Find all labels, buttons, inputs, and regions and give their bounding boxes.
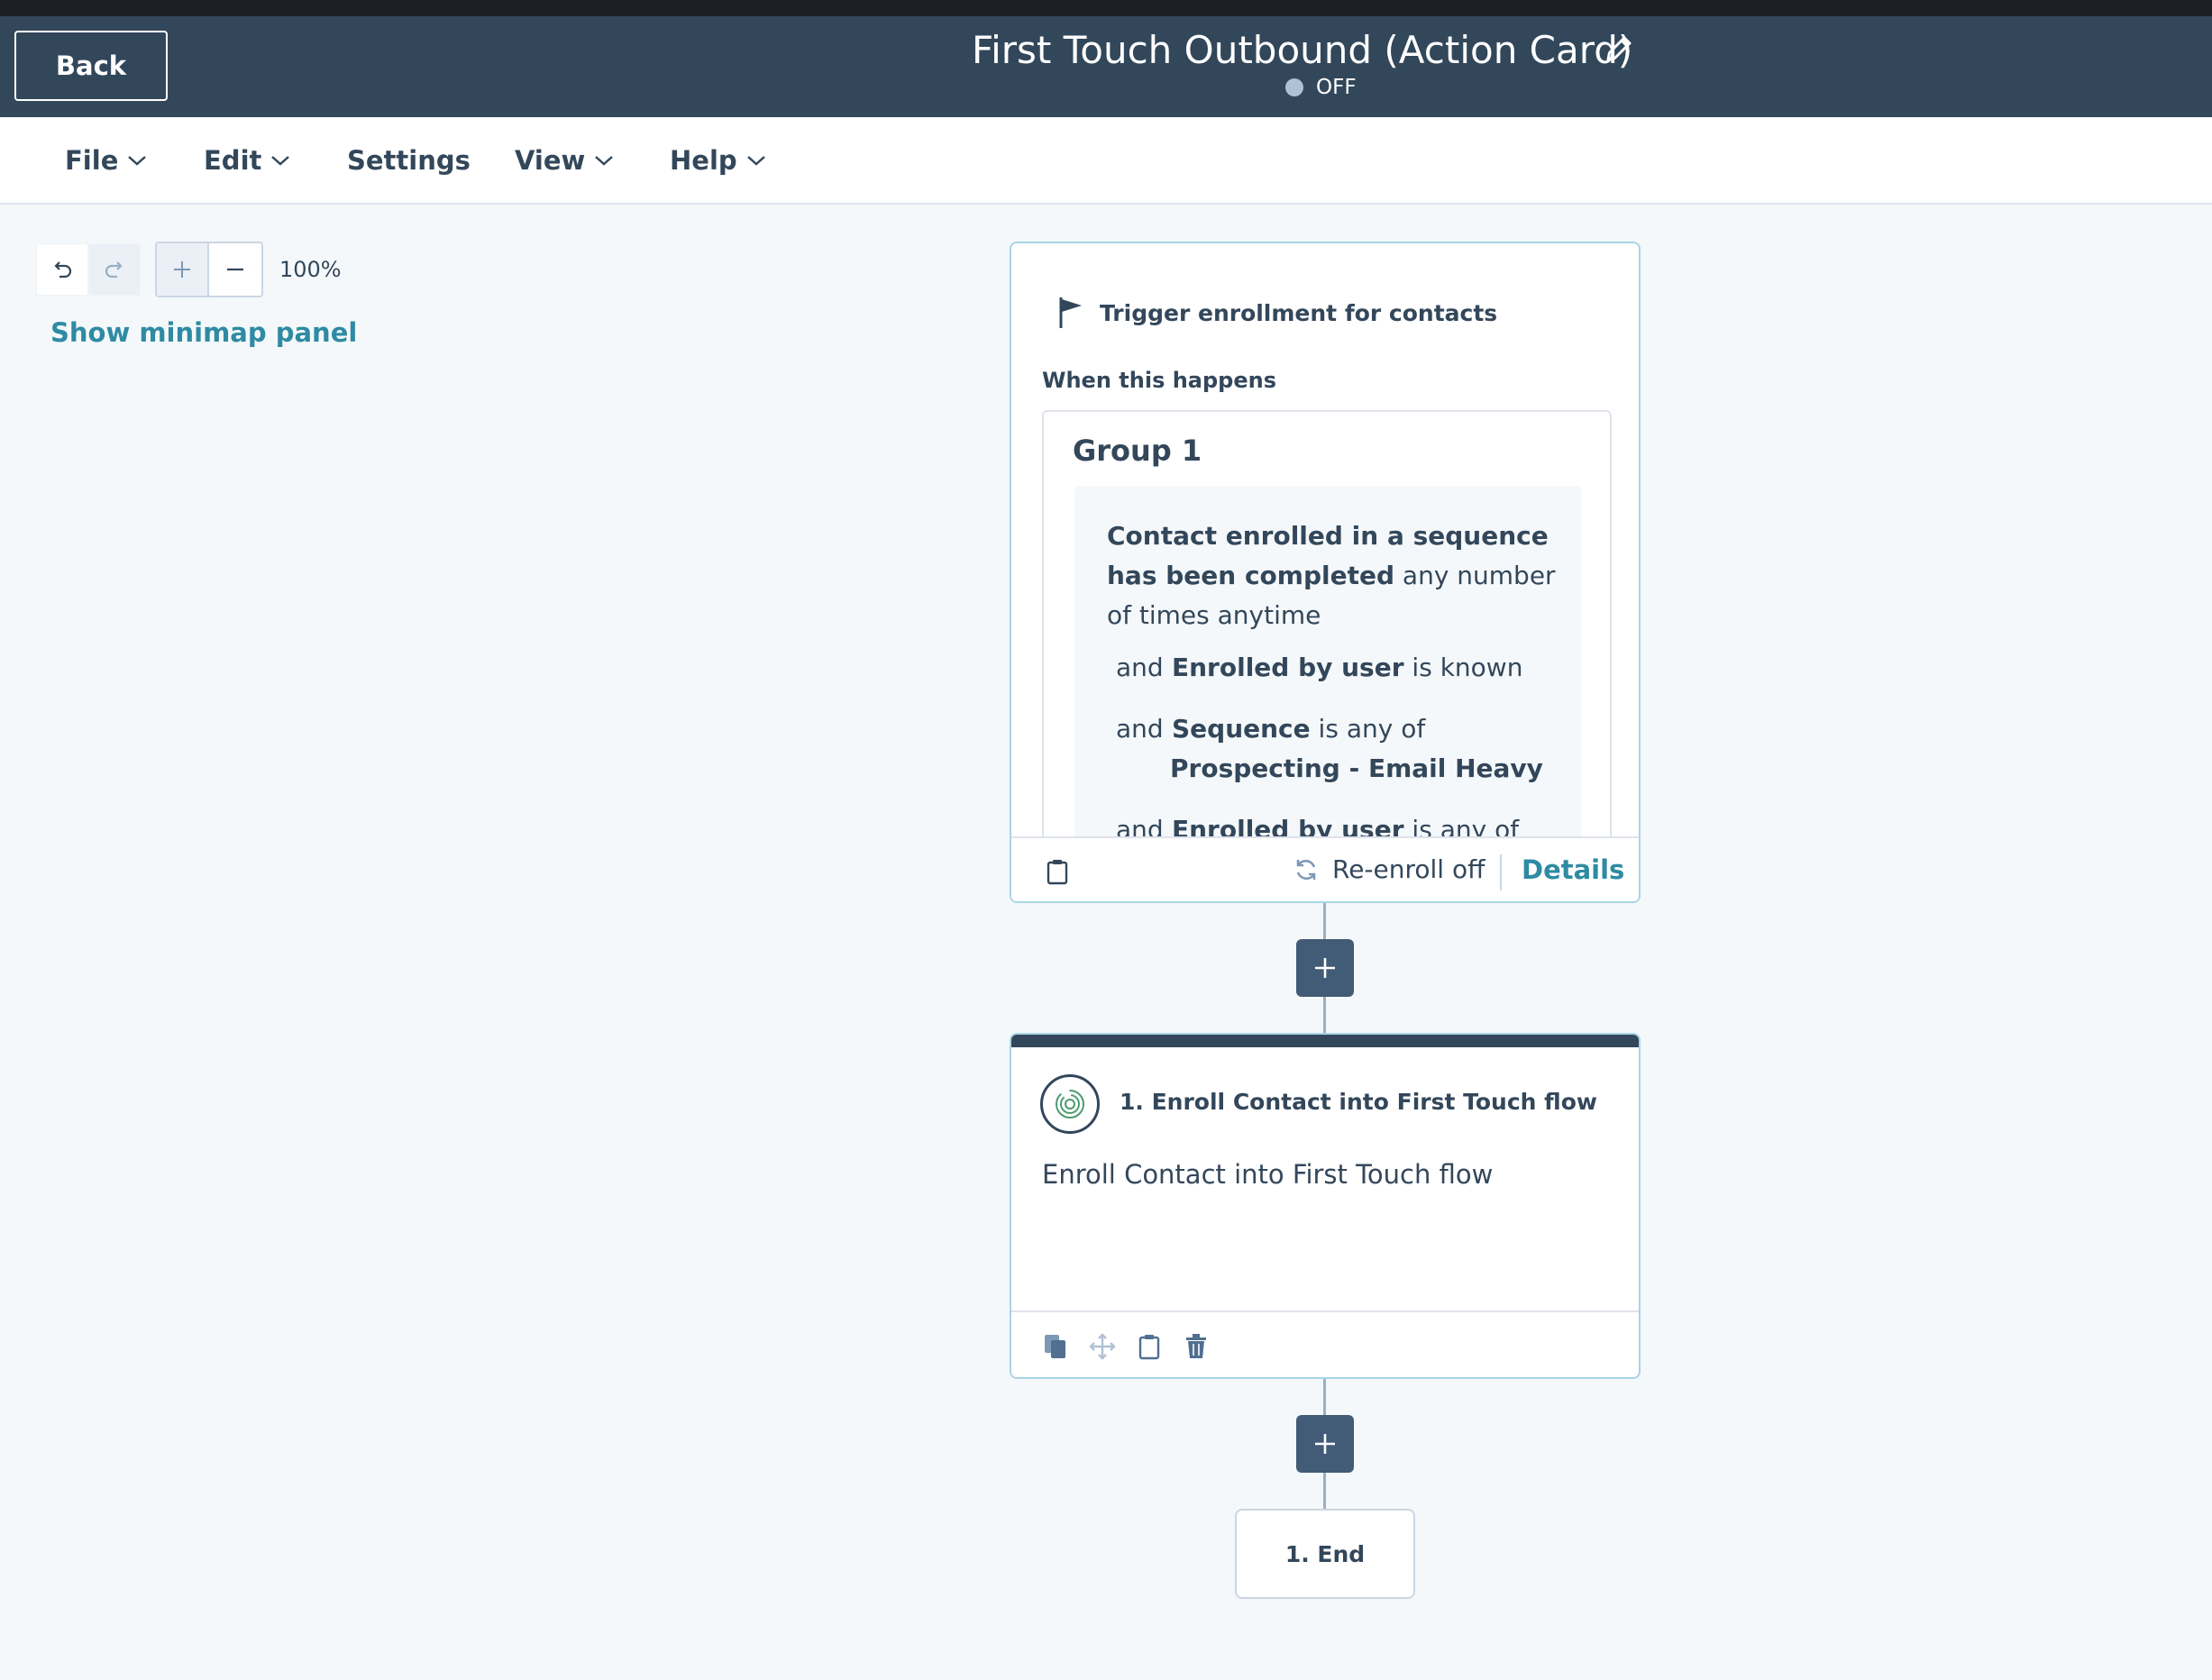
filter-group: Group 1 Contact enrolled in a sequence h…: [1042, 410, 1612, 861]
filter-row: and Enrolled by user is known: [1116, 648, 1522, 688]
pencil-icon[interactable]: [1603, 32, 1635, 65]
group-title: Group 1: [1073, 434, 1202, 468]
status-label: OFF: [1316, 76, 1357, 99]
trigger-heading: Trigger enrollment for contacts: [1056, 296, 1497, 330]
menu-view-label: View: [515, 144, 586, 176]
show-minimap-link[interactable]: Show minimap panel: [50, 317, 357, 348]
flag-icon: [1059, 297, 1082, 328]
zoom-out-button[interactable]: [209, 243, 261, 296]
trigger-heading-label: Trigger enrollment for contacts: [1100, 299, 1498, 326]
fingerprint-icon: [1040, 1074, 1100, 1134]
copy-icon[interactable]: [1042, 1332, 1069, 1361]
chevron-down-icon: [271, 155, 290, 166]
workflow-title: First Touch Outbound (Action Card): [972, 28, 1633, 72]
add-action-button[interactable]: [1296, 1415, 1354, 1473]
chevron-down-icon: [746, 155, 765, 166]
redo-icon: [105, 261, 123, 278]
menu-edit-label: Edit: [204, 144, 262, 176]
menu-file[interactable]: File: [65, 117, 147, 203]
redo-button[interactable]: [88, 243, 141, 296]
action-card-footer: [1011, 1310, 1639, 1377]
action-title: 1. Enroll Contact into First Touch flow: [1120, 1089, 1597, 1115]
workflow-status: OFF: [1285, 74, 1357, 101]
filter-operator: is known: [1403, 653, 1523, 682]
filter-operator: is any of: [1310, 714, 1426, 744]
plus-icon: [1315, 1434, 1335, 1454]
plus-icon: [174, 261, 190, 278]
re-enroll-label: Re-enroll off: [1332, 854, 1485, 884]
and-connector: and: [1116, 714, 1164, 744]
primary-condition: Contact enrolled in a sequence has been …: [1107, 516, 1567, 635]
menu-help-label: Help: [670, 144, 737, 176]
when-this-happens-label: When this happens: [1042, 368, 1276, 393]
action-card-topbar: [1011, 1035, 1639, 1047]
chevron-down-icon: [128, 155, 147, 166]
plus-icon: [1315, 958, 1335, 978]
action-card[interactable]: 1. Enroll Contact into First Touch flow …: [1010, 1033, 1641, 1379]
undo-button[interactable]: [36, 243, 88, 296]
clipboard-icon[interactable]: [1046, 858, 1069, 885]
zoom-controls: [155, 242, 263, 297]
filter-field: Enrolled by user: [1172, 653, 1404, 682]
zoom-in-button[interactable]: [157, 243, 209, 296]
menu-file-label: File: [65, 144, 119, 176]
condition-box: Contact enrolled in a sequence has been …: [1074, 486, 1581, 859]
back-button[interactable]: Back: [14, 31, 168, 101]
canvas-toolbar: 100%: [36, 242, 342, 297]
move-icon[interactable]: [1089, 1332, 1116, 1361]
workflow-header: Back First Touch Outbound (Action Card) …: [0, 16, 2212, 117]
menu-edit[interactable]: Edit: [204, 117, 290, 203]
clipboard-icon[interactable]: [1136, 1332, 1163, 1361]
filter-value: Prospecting - Email Heavy: [1170, 753, 1543, 783]
window-top-strip: [0, 0, 2212, 16]
menu-view[interactable]: View: [515, 117, 614, 203]
chevron-down-icon: [595, 155, 614, 166]
minus-icon: [227, 268, 243, 271]
add-action-button[interactable]: [1296, 939, 1354, 997]
action-description: Enroll Contact into First Touch flow: [1042, 1159, 1494, 1190]
menu-settings[interactable]: Settings: [347, 117, 471, 203]
filter-field: Sequence: [1172, 714, 1311, 744]
trigger-card[interactable]: Trigger enrollment for contacts When thi…: [1010, 242, 1641, 903]
menu-help[interactable]: Help: [670, 117, 766, 203]
trash-icon[interactable]: [1183, 1332, 1210, 1361]
end-node[interactable]: 1. End: [1235, 1509, 1415, 1599]
status-dot-icon: [1285, 78, 1303, 96]
trigger-card-footer: Re-enroll off Details: [1011, 836, 1639, 901]
zoom-level: 100%: [279, 257, 342, 282]
menu-settings-label: Settings: [347, 144, 471, 176]
footer-divider: [1500, 854, 1502, 890]
menu-bar: File Edit Settings View Help: [0, 117, 2212, 205]
sync-icon: [1296, 859, 1316, 880]
undo-icon: [54, 261, 72, 278]
filter-row: and Sequence is any of: [1116, 709, 1425, 749]
details-link[interactable]: Details: [1522, 854, 1624, 885]
re-enroll-status[interactable]: Re-enroll off: [1293, 854, 1485, 884]
and-connector: and: [1116, 653, 1164, 682]
